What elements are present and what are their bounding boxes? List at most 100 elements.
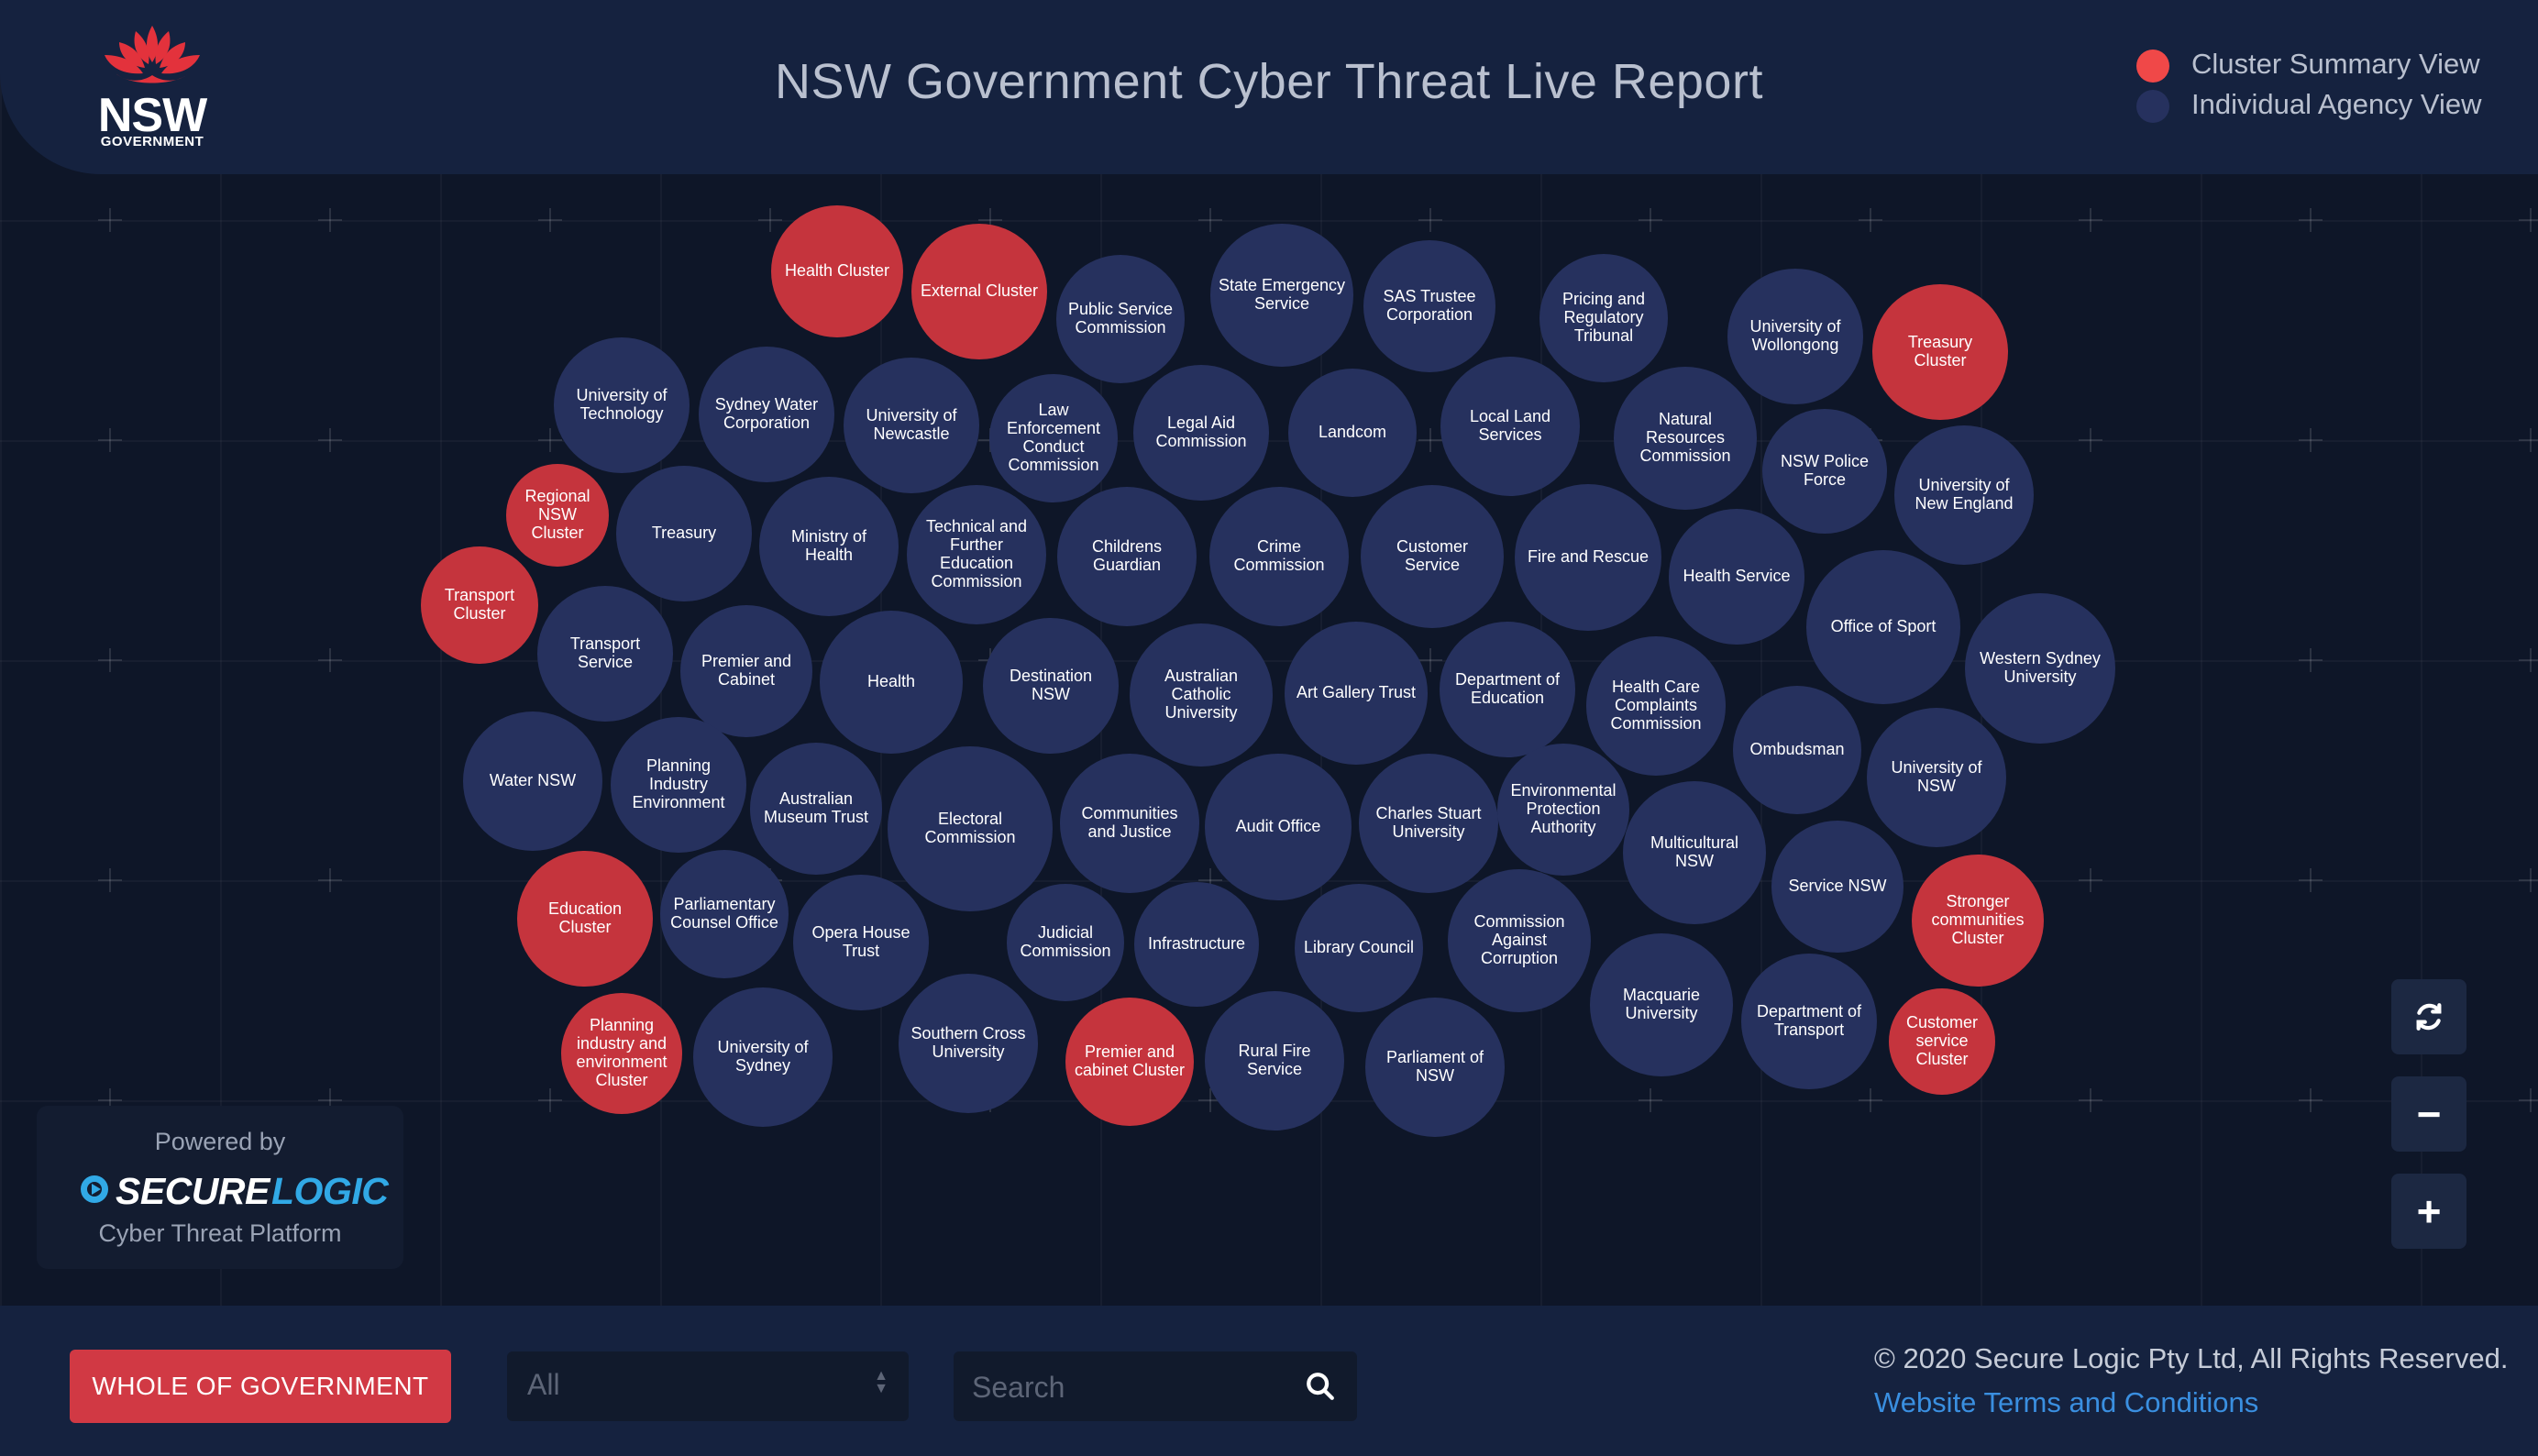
agency-bubble[interactable]: Local Land Services: [1440, 357, 1580, 496]
agency-bubble[interactable]: Technical and Further Education Commissi…: [907, 485, 1046, 624]
bubble-label: Planning Industry Environment: [632, 756, 725, 811]
agency-bubble[interactable]: Department of Transport: [1741, 954, 1877, 1089]
agency-bubble[interactable]: Western Sydney University: [1965, 593, 2115, 744]
agency-bubble[interactable]: University of Wollongong: [1727, 269, 1863, 404]
agency-bubble[interactable]: Judicial Commission: [1007, 884, 1124, 1001]
bubble-label: University of Newcastle: [866, 406, 957, 443]
agency-bubble[interactable]: Parliamentary Counsel Office: [660, 850, 789, 978]
agency-bubble[interactable]: Health Service: [1669, 509, 1804, 645]
agency-bubble[interactable]: Parliament of NSW: [1365, 998, 1505, 1137]
whole-of-government-button[interactable]: WHOLE OF GOVERNMENT: [70, 1350, 451, 1423]
agency-bubble[interactable]: Infrastructure: [1134, 882, 1259, 1007]
bubble-label: University of Sydney: [717, 1038, 809, 1075]
agency-bubble[interactable]: Opera House Trust: [793, 875, 929, 1010]
grid-marker: [318, 428, 342, 452]
bubble-label: Planning industry and environment Cluste…: [576, 1016, 668, 1089]
agency-bubble[interactable]: Health Care Complaints Commission: [1586, 636, 1726, 776]
agency-bubble[interactable]: Office of Sport: [1806, 550, 1960, 704]
securelogic-logo[interactable]: SECURE LOGIC: [81, 1170, 392, 1216]
agency-bubble[interactable]: Fire and Rescue: [1515, 484, 1661, 631]
agency-bubble[interactable]: Planning Industry Environment: [611, 717, 746, 853]
cluster-bubble[interactable]: Transport Cluster: [421, 546, 538, 664]
agency-bubble[interactable]: Landcom: [1288, 369, 1417, 497]
agency-bubble[interactable]: Customer Service: [1361, 485, 1504, 628]
agency-bubble[interactable]: Commission Against Corruption: [1448, 869, 1591, 1012]
agency-bubble[interactable]: University of New England: [1894, 425, 2034, 565]
bubble-label: Parliamentary Counsel Office: [670, 895, 778, 932]
agency-bubble[interactable]: University of Sydney: [693, 987, 833, 1127]
agency-bubble[interactable]: NSW Police Force: [1762, 409, 1887, 534]
bubble-label: Rural Fire Service: [1238, 1042, 1311, 1078]
search-input[interactable]: [970, 1362, 1286, 1412]
agency-bubble[interactable]: Crime Commission: [1209, 487, 1349, 626]
agency-bubble[interactable]: Electoral Commission: [888, 746, 1053, 911]
grid-marker: [2079, 208, 2102, 232]
agency-bubble[interactable]: Transport Service: [537, 586, 673, 722]
agency-bubble[interactable]: Ministry of Health: [759, 477, 899, 616]
cluster-bubble[interactable]: Health Cluster: [771, 205, 903, 337]
logo-subtext: GOVERNMENT: [100, 134, 204, 149]
agency-bubble[interactable]: Legal Aid Commission: [1133, 365, 1269, 501]
agency-select[interactable]: All ▲ ▼: [507, 1351, 909, 1421]
terms-link[interactable]: Website Terms and Conditions: [1874, 1386, 2258, 1419]
agency-bubble[interactable]: Art Gallery Trust: [1285, 622, 1428, 765]
grid-marker: [1639, 1088, 1662, 1112]
agency-bubble[interactable]: Premier and Cabinet: [680, 605, 812, 737]
cluster-bubble[interactable]: External Cluster: [911, 224, 1047, 359]
agency-bubble[interactable]: State Emergency Service: [1210, 224, 1353, 367]
bubble-label: Natural Resources Commission: [1639, 410, 1731, 465]
agency-bubble[interactable]: Library Council: [1295, 884, 1423, 1012]
agency-bubble[interactable]: University of Technology: [554, 337, 690, 473]
agency-bubble[interactable]: Service NSW: [1771, 821, 1904, 953]
cluster-bubble[interactable]: Premier and cabinet Cluster: [1065, 998, 1194, 1126]
agency-bubble[interactable]: Sydney Water Corporation: [699, 347, 834, 482]
agency-bubble[interactable]: Macquarie University: [1590, 933, 1733, 1076]
agency-bubble[interactable]: Environmental Protection Authority: [1497, 744, 1629, 876]
cluster-bubble[interactable]: Treasury Cluster: [1872, 284, 2008, 420]
cluster-bubble[interactable]: Stronger communities Cluster: [1912, 855, 2044, 987]
bubble-label: Legal Aid Commission: [1155, 414, 1247, 450]
search-button[interactable]: [1293, 1359, 1348, 1414]
cluster-bubble[interactable]: Planning industry and environment Cluste…: [561, 993, 682, 1114]
minus-icon: −: [2416, 1090, 2442, 1138]
agency-bubble[interactable]: Australian Museum Trust: [750, 743, 882, 875]
agency-bubble[interactable]: Southern Cross University: [899, 974, 1038, 1113]
agency-bubble[interactable]: Water NSW: [463, 711, 602, 851]
agency-bubble[interactable]: University of NSW: [1867, 708, 2006, 847]
bubble-label: Library Council: [1303, 938, 1415, 957]
agency-bubble[interactable]: Treasury: [616, 466, 752, 601]
agency-bubble[interactable]: SAS Trustee Corporation: [1363, 240, 1495, 372]
bubble-label: Crime Commission: [1233, 537, 1325, 574]
grid-marker: [98, 648, 122, 672]
cluster-bubble[interactable]: Customer service Cluster: [1889, 988, 1995, 1095]
bubble-label: Office of Sport: [1830, 617, 1937, 636]
agency-bubble[interactable]: Ombudsman: [1733, 686, 1861, 814]
agency-bubble[interactable]: Natural Resources Commission: [1614, 367, 1757, 510]
agency-bubble[interactable]: Communities and Justice: [1060, 754, 1199, 893]
bubble-label: Premier and Cabinet: [701, 652, 792, 689]
agency-bubble[interactable]: Charles Stuart University: [1359, 754, 1498, 893]
agency-bubble[interactable]: Rural Fire Service: [1205, 991, 1344, 1131]
agency-bubble[interactable]: Australian Catholic University: [1130, 623, 1273, 767]
agency-bubble[interactable]: Pricing and Regulatory Tribunal: [1539, 254, 1668, 382]
agency-bubble[interactable]: Health: [820, 611, 963, 754]
agency-bubble[interactable]: Destination NSW: [983, 618, 1119, 754]
agency-bubble[interactable]: Multicultural NSW: [1623, 781, 1766, 924]
brand-secure: SECURE: [116, 1170, 270, 1212]
agency-bubble[interactable]: Department of Education: [1440, 622, 1575, 757]
agency-bubble[interactable]: Audit Office: [1205, 754, 1352, 900]
agency-bubble[interactable]: Public Service Commission: [1056, 255, 1185, 383]
zoom-out-button[interactable]: −: [2391, 1076, 2466, 1152]
agency-bubble[interactable]: Childrens Guardian: [1057, 487, 1197, 626]
refresh-button[interactable]: [2391, 979, 2466, 1054]
cluster-bubble[interactable]: Regional NSW Cluster: [506, 464, 609, 567]
cluster-bubble[interactable]: Education Cluster: [517, 851, 653, 987]
refresh-icon: [2416, 1003, 2442, 1031]
bubble-label: Fire and Rescue: [1527, 547, 1650, 567]
zoom-in-button[interactable]: +: [2391, 1174, 2466, 1249]
agency-bubble[interactable]: University of Newcastle: [844, 358, 979, 493]
bubble-label: Sydney Water Corporation: [714, 395, 819, 432]
agency-bubble[interactable]: Law Enforcement Conduct Commission: [989, 374, 1118, 502]
bubble-label: Treasury Cluster: [1907, 333, 1973, 370]
grid-marker: [2519, 868, 2538, 892]
